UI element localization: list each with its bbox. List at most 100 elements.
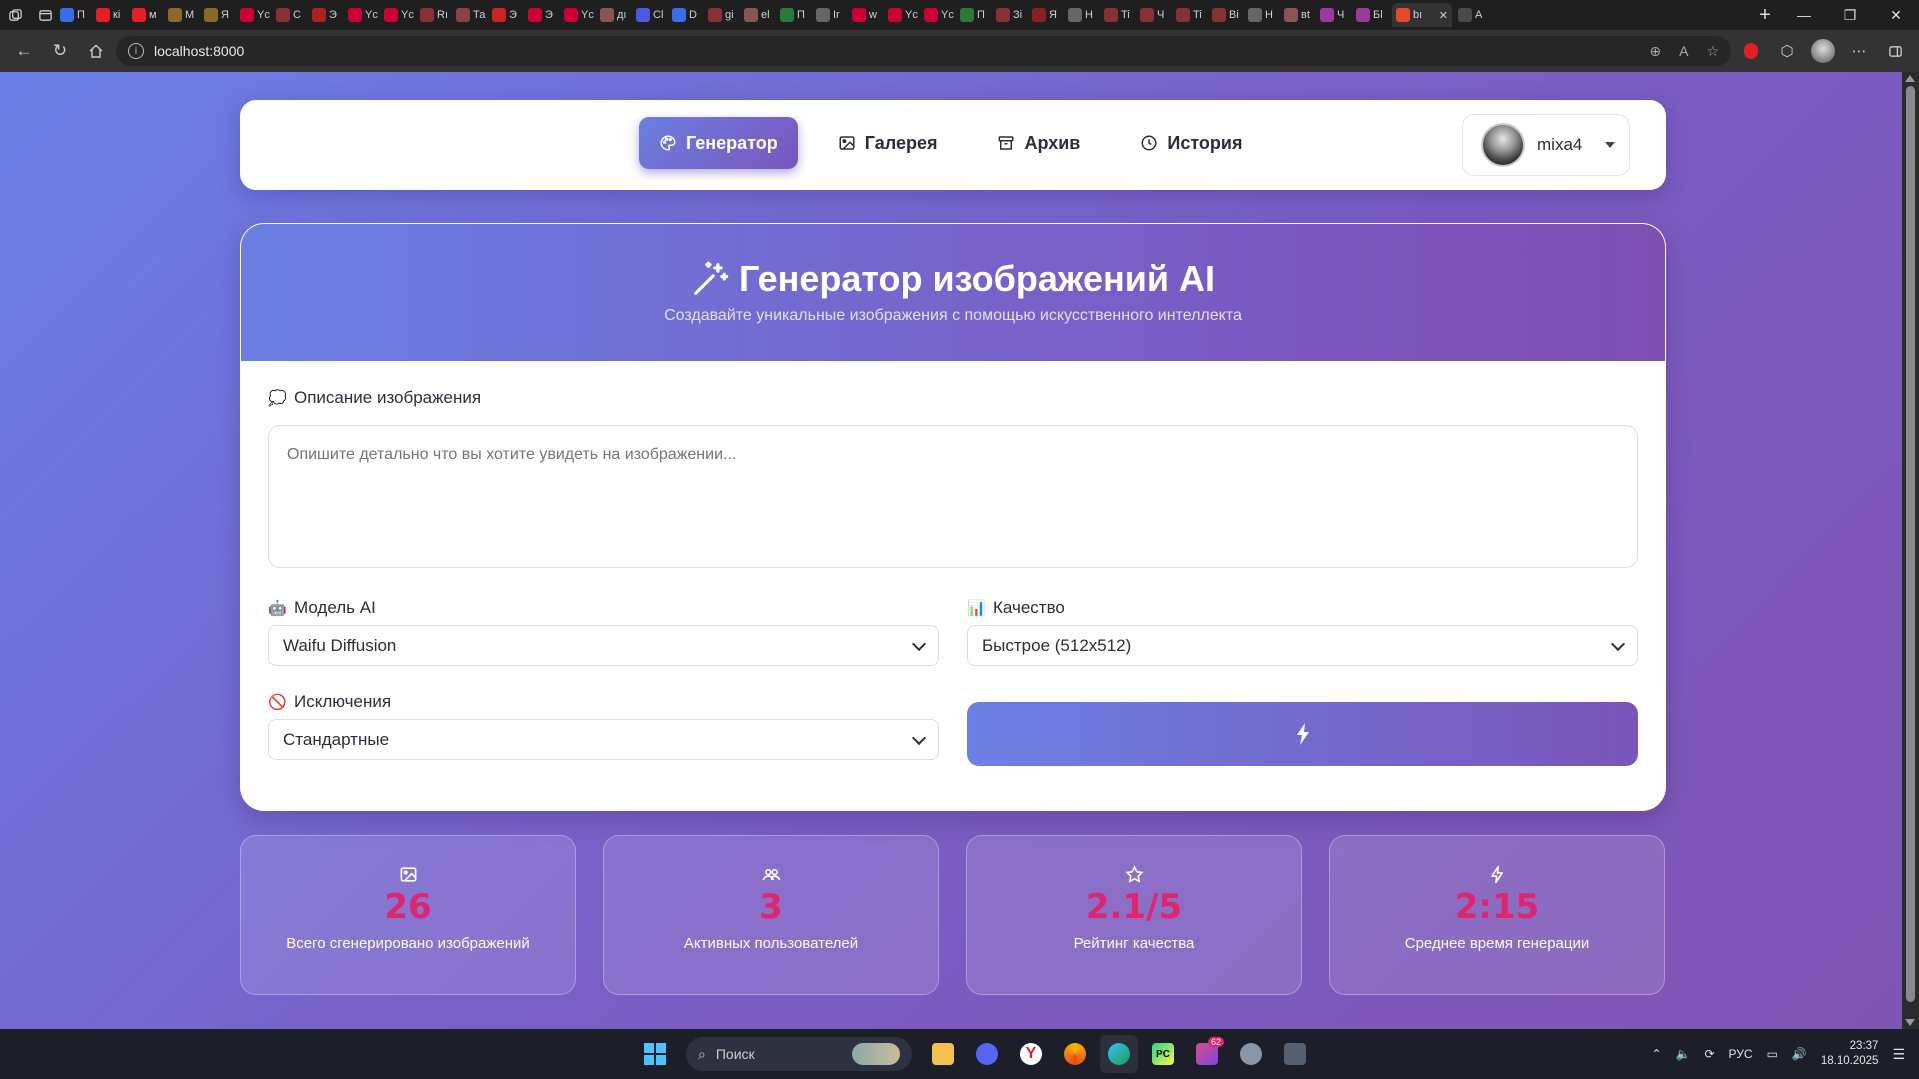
browser-tab[interactable]: Yc xyxy=(384,3,414,27)
browser-tab-label: Yc xyxy=(581,9,594,21)
browser-tab[interactable]: кі xyxy=(96,3,126,27)
close-window-button[interactable]: ✕ xyxy=(1873,7,1919,24)
browser-tab-label: Э xyxy=(509,9,517,21)
restore-button[interactable]: ❐ xyxy=(1827,7,1873,24)
terminal-icon[interactable] xyxy=(1276,1035,1314,1073)
messenger-icon[interactable]: 62 xyxy=(1188,1035,1226,1073)
browser-tab[interactable]: Та xyxy=(456,3,486,27)
scrollbar-thumb[interactable] xyxy=(1906,86,1915,1002)
minimize-button[interactable]: — xyxy=(1781,7,1827,24)
discord-icon[interactable] xyxy=(968,1035,1006,1073)
browser-tab[interactable]: Rı xyxy=(420,3,450,27)
sync-icon[interactable]: ⟳ xyxy=(1704,1047,1714,1061)
browser-tab[interactable]: Ti xyxy=(1104,3,1134,27)
user-menu[interactable]: mixa4 xyxy=(1462,114,1630,176)
browser-tab[interactable]: A xyxy=(1458,3,1488,27)
sidebar-toggle-icon[interactable] xyxy=(1879,35,1911,67)
nav-tab-archive[interactable]: Архив xyxy=(977,117,1100,169)
browser-tab[interactable]: Зі xyxy=(996,3,1026,27)
browser-tab-label: bı xyxy=(1413,9,1423,21)
read-aloud-icon[interactable]: A xyxy=(1679,43,1688,60)
generate-button[interactable] xyxy=(967,702,1638,766)
page-scrollbar[interactable] xyxy=(1902,72,1919,1029)
browser-tab[interactable]: С xyxy=(276,3,306,27)
app-ring-icon[interactable] xyxy=(1056,1035,1094,1073)
nav-tab-clock[interactable]: История xyxy=(1120,117,1262,169)
browser-tab[interactable]: П xyxy=(960,3,990,27)
clock[interactable]: 23:37 18.10.2025 xyxy=(1821,1039,1879,1069)
browser-tab[interactable]: Yc xyxy=(888,3,918,27)
speaker-icon[interactable]: 🔈 xyxy=(1676,1047,1691,1061)
tab-actions-icon[interactable] xyxy=(30,0,60,30)
browser-tab[interactable]: Э xyxy=(492,3,522,27)
browser-tab[interactable]: Н xyxy=(1248,3,1278,27)
home-button[interactable] xyxy=(80,35,112,67)
nav-tab-palette[interactable]: Генератор xyxy=(639,117,798,169)
more-menu-icon[interactable]: ⋯ xyxy=(1843,35,1875,67)
language-indicator[interactable]: РУС xyxy=(1729,1047,1753,1061)
yandex-browser-icon[interactable]: Y xyxy=(1012,1035,1050,1073)
browser-tab-label: Ti xyxy=(1121,9,1130,21)
site-info-icon[interactable]: i xyxy=(128,43,144,59)
taskbar-search[interactable]: ⌕ Поиск xyxy=(686,1037,912,1071)
favorite-star-icon[interactable]: ☆ xyxy=(1706,43,1719,60)
stat-label: Рейтинг качества xyxy=(1073,935,1195,952)
reload-button[interactable]: ↻ xyxy=(44,35,76,67)
notifications-icon[interactable]: ☰ xyxy=(1892,1046,1905,1063)
exclusions-select[interactable]: Стандартные xyxy=(268,719,939,760)
new-tab-button[interactable]: + xyxy=(1749,4,1781,27)
browser-tab[interactable]: D xyxy=(672,3,702,27)
scroll-up-icon[interactable] xyxy=(1905,75,1915,82)
browser-tab[interactable]: Я xyxy=(204,3,234,27)
extensions-puzzle-icon[interactable]: ⬡ xyxy=(1771,35,1803,67)
browser-tab-label: Н xyxy=(1265,9,1273,21)
browser-tab[interactable]: Yc xyxy=(348,3,378,27)
profile-icon[interactable] xyxy=(1807,35,1839,67)
browser-tab[interactable]: вt xyxy=(1284,3,1314,27)
edge-browser-icon[interactable] xyxy=(1100,1035,1138,1073)
nav-tab-image[interactable]: Галерея xyxy=(818,117,958,169)
browser-tab[interactable]: w xyxy=(852,3,882,27)
browser-tab[interactable]: Н xyxy=(1068,3,1098,27)
browser-tab[interactable]: Э xyxy=(312,3,342,27)
quality-select[interactable]: Быстрое (512x512) xyxy=(967,625,1638,666)
browser-tab[interactable]: Cl xyxy=(636,3,666,27)
pycharm-icon[interactable]: PC xyxy=(1144,1035,1182,1073)
settings-gear-icon[interactable] xyxy=(1232,1035,1270,1073)
network-icon[interactable]: ▭ xyxy=(1767,1047,1778,1061)
zoom-icon[interactable]: ⊕ xyxy=(1649,43,1661,60)
browser-tab[interactable]: М xyxy=(168,3,198,27)
browser-tab[interactable]: el xyxy=(744,3,774,27)
close-tab-icon[interactable]: ✕ xyxy=(1439,9,1448,22)
address-bar[interactable]: i localhost:8000 ⊕ A ☆ xyxy=(116,36,1731,66)
file-explorer-icon[interactable] xyxy=(924,1035,962,1073)
model-select-value: Waifu Diffusion xyxy=(283,635,397,655)
back-button[interactable]: ← xyxy=(8,35,40,67)
prompt-textarea[interactable] xyxy=(268,425,1638,568)
workspaces-icon[interactable] xyxy=(0,0,30,30)
browser-tab[interactable]: Yc xyxy=(240,3,270,27)
browser-tab[interactable]: gi xyxy=(708,3,738,27)
browser-tab[interactable]: Э xyxy=(528,3,558,27)
browser-tab[interactable]: Ві xyxy=(1212,3,1242,27)
browser-tab[interactable]: Ti xyxy=(1176,3,1206,27)
start-button[interactable] xyxy=(636,1035,674,1073)
scroll-down-icon[interactable] xyxy=(1905,1019,1915,1026)
browser-tab[interactable]: Я xyxy=(1032,3,1062,27)
browser-tab[interactable]: Бl xyxy=(1356,3,1386,27)
exclusions-select-value: Стандартные xyxy=(283,729,390,749)
browser-tab[interactable]: П xyxy=(780,3,810,27)
volume-icon[interactable]: 🔊 xyxy=(1792,1047,1807,1061)
browser-tab[interactable]: П xyxy=(60,3,90,27)
extension-icon[interactable] xyxy=(1735,35,1767,67)
browser-tab[interactable]: Ч xyxy=(1140,3,1170,27)
browser-tab[interactable]: м xyxy=(132,3,162,27)
browser-tab[interactable]: дı xyxy=(600,3,630,27)
browser-tab[interactable]: Ч xyxy=(1320,3,1350,27)
chevron-up-icon[interactable]: ⌃ xyxy=(1651,1047,1661,1061)
browser-tab[interactable]: bı ✕ xyxy=(1392,3,1452,27)
browser-tab[interactable]: Yc xyxy=(564,3,594,27)
browser-tab[interactable]: Yc xyxy=(924,3,954,27)
browser-tab[interactable]: Ir xyxy=(816,3,846,27)
model-select[interactable]: Waifu Diffusion xyxy=(268,625,939,666)
